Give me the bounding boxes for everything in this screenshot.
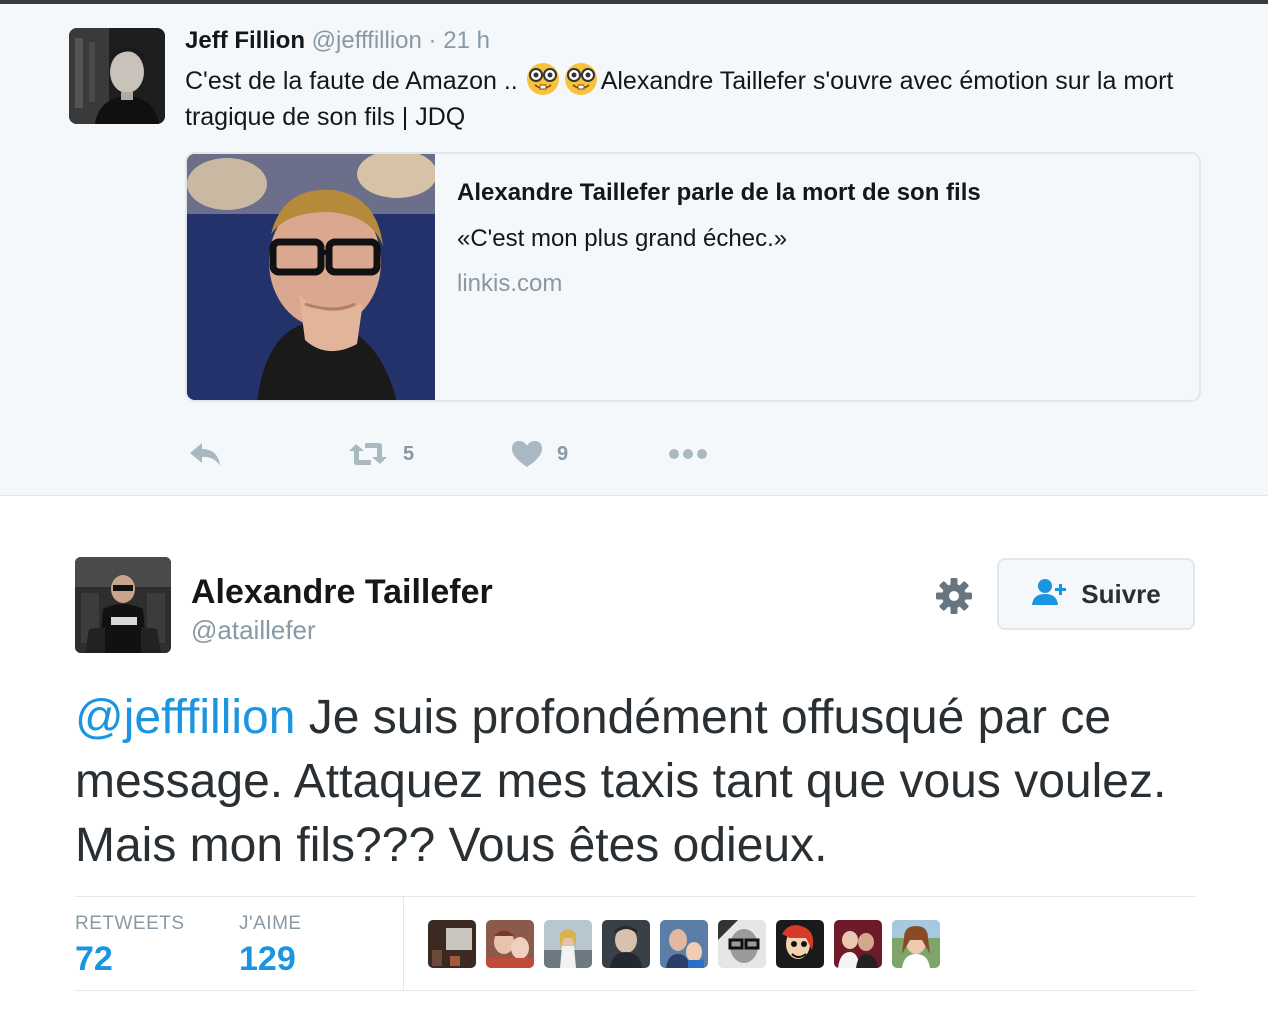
retweet-count: 5 xyxy=(403,442,415,465)
reply-button[interactable] xyxy=(188,434,222,474)
mention-link[interactable]: @jefffillion xyxy=(75,691,295,744)
nerd-face-emoji-icon xyxy=(563,62,599,96)
tweet-text-part1: C'est de la faute de Amazon .. xyxy=(185,67,525,95)
follow-button[interactable]: Suivre xyxy=(997,558,1195,630)
card-domain[interactable]: linkis.com xyxy=(457,267,562,301)
liker-avatar[interactable] xyxy=(718,920,766,968)
author-avatar[interactable] xyxy=(75,557,171,653)
liker-avatar[interactable] xyxy=(544,920,592,968)
stats-divider-top xyxy=(75,896,1195,897)
like-count: 9 xyxy=(557,442,569,465)
liker-avatar[interactable] xyxy=(602,920,650,968)
retweet-icon xyxy=(347,440,389,468)
author-handle[interactable]: @ataillefer xyxy=(191,614,316,646)
liker-avatar[interactable] xyxy=(776,920,824,968)
liker-avatar[interactable] xyxy=(428,920,476,968)
separator-dot: · xyxy=(428,27,437,54)
add-user-icon xyxy=(1031,578,1069,611)
likes-count[interactable]: 129 xyxy=(239,940,296,979)
nerd-face-emoji-icon xyxy=(525,62,561,96)
tweet-actions: 5 9 xyxy=(185,434,785,474)
retweets-count[interactable]: 72 xyxy=(75,940,113,979)
card-image xyxy=(187,154,435,400)
liker-avatar[interactable] xyxy=(892,920,940,968)
liker-avatar[interactable] xyxy=(834,920,882,968)
heart-icon xyxy=(511,440,543,468)
author-name[interactable]: Jeff Fillion xyxy=(185,27,305,54)
liker-avatar[interactable] xyxy=(660,920,708,968)
link-card[interactable]: Alexandre Taillefer parle de la mort de … xyxy=(185,152,1201,402)
gear-icon[interactable] xyxy=(934,576,974,616)
stats-divider-bottom xyxy=(75,990,1195,991)
retweets-label[interactable]: RETWEETS xyxy=(75,913,185,935)
retweet-button[interactable]: 5 xyxy=(347,434,414,474)
author-name[interactable]: Alexandre Taillefer xyxy=(191,571,493,613)
reply-icon xyxy=(188,440,222,468)
tweet-header: Jeff Fillion @jefffillion · 21 h xyxy=(185,26,490,56)
more-button[interactable] xyxy=(668,434,708,474)
author-handle[interactable]: @jefffillion xyxy=(312,27,422,54)
liker-avatar[interactable] xyxy=(486,920,534,968)
stats-divider-vertical xyxy=(403,897,404,990)
card-description: «C'est mon plus grand échec.» xyxy=(457,225,788,252)
likes-label[interactable]: J'AIME xyxy=(239,913,302,935)
main-tweet-text: @jefffillion Je suis profondément offusq… xyxy=(75,686,1205,878)
card-title[interactable]: Alexandre Taillefer parle de la mort de … xyxy=(457,176,981,210)
author-avatar[interactable] xyxy=(69,28,165,124)
tweet-text: C'est de la faute de Amazon .. Alexandre… xyxy=(185,62,1215,135)
more-icon xyxy=(668,448,708,460)
follow-label: Suivre xyxy=(1081,578,1161,609)
tweet-timestamp[interactable]: 21 h xyxy=(443,27,490,54)
like-button[interactable]: 9 xyxy=(511,434,568,474)
quoted-tweet[interactable]: Jeff Fillion @jefffillion · 21 h C'est d… xyxy=(0,4,1268,496)
